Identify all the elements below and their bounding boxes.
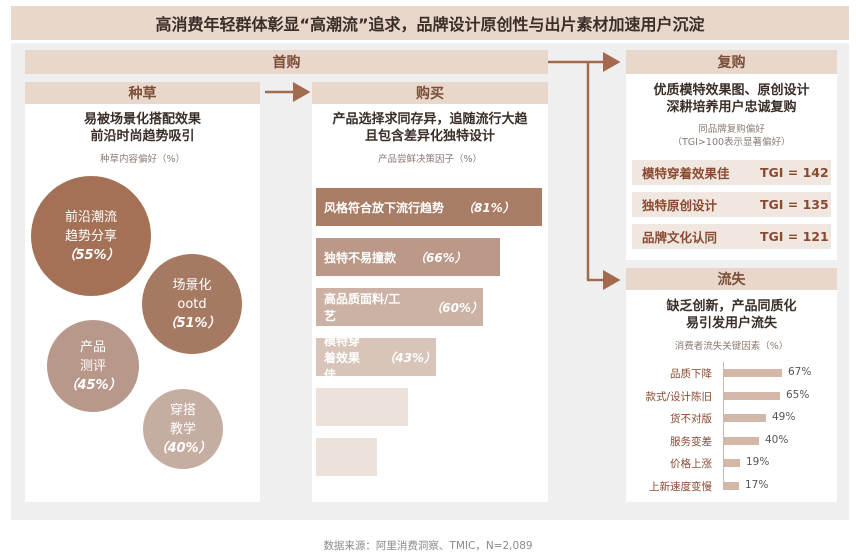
tgi-row: 独特原创设计 TGI = 135 (632, 192, 831, 217)
churn-bar (724, 481, 739, 490)
purchase-title-line2: 且包含差异化独特设计 (364, 129, 495, 144)
purchase-bar-pct: （66%） (414, 250, 467, 265)
bubble-label: 趋势分享 (64, 228, 117, 244)
bubble-label: 产品 (79, 339, 106, 355)
data-source-footer: 数据来源：阿里消费洞察、TMIC，N=2,089 (323, 540, 533, 552)
repurchase-subtitle-line1: 同品牌复购偏好 (698, 124, 765, 135)
tgi-value: TGI = 135 (760, 197, 829, 212)
bubble-pct: （45%） (64, 377, 122, 393)
bubble-label: 穿搭 (169, 402, 196, 418)
purchase-title-line1: 产品选择求同存异，追随流行大趋 (332, 112, 528, 127)
churn-subtitle: 消费者流失关键因素（%） (674, 341, 789, 352)
bubble-pct: （40%） (154, 440, 212, 456)
churn-factor-label: 货不对版 (670, 413, 712, 425)
churn-header: 流失 (626, 268, 837, 290)
churn-factor-label: 服务变差 (670, 435, 712, 448)
bubble-scene-ootd: 场景化 ootd （51%） (142, 254, 242, 354)
churn-bar (724, 391, 780, 400)
first-purchase-header: 首购 (25, 50, 548, 74)
tgi-label: 独特原创设计 (642, 198, 718, 213)
purchase-bar-label: 风格符合放下流行趋势 (324, 200, 445, 215)
seeding-subtitle: 种草内容偏好（%） (99, 154, 186, 165)
purchase-panel: 产品选择求同存异，追随流行大趋 且包含差异化独特设计 产品尝鲜决策因子（%） 风… (312, 104, 548, 502)
churn-axis (723, 362, 724, 490)
purchase-bar (316, 388, 408, 426)
purchase-bar (316, 438, 377, 476)
bubble-pct: （55%） (62, 247, 120, 263)
bubble-outfit-tutorial: 穿搭 教学 （40%） (143, 389, 223, 469)
repurchase-subtitle-line2: （TGI>100表示显著偏好） (672, 137, 791, 148)
purchase-bar: 模特穿着效果佳 （43%） (316, 334, 436, 382)
churn-bar-chart: 品质下降 67% 款式/设计陈旧 65% 货不对版 49% 服务变差 40% 价格上涨 19% 上新… (626, 362, 837, 498)
tgi-label: 品牌文化认同 (642, 230, 718, 245)
repurchase-panel: 优质模特效果图、原创设计 深耕培养用户忠诚复购 同品牌复购偏好 （TGI>100… (626, 74, 837, 260)
tgi-row: 品牌文化认同 TGI = 121 (632, 224, 831, 249)
seeding-header: 种草 (25, 82, 260, 104)
bubble-label: 场景化 (172, 277, 212, 293)
purchase-bar-label: 高品质面料/工艺 (324, 292, 401, 323)
tgi-value: TGI = 142 (760, 165, 829, 180)
repurchase-title-line2: 深耕培养用户忠诚复购 (666, 100, 797, 115)
bubble-label: 前沿潮流 (64, 209, 117, 225)
churn-bar (724, 369, 782, 377)
purchase-header: 购买 (312, 82, 548, 104)
seeding-panel: 易被场景化搭配效果 前沿时尚趋势吸引 种草内容偏好（%） 前沿潮流 趋势分享 （… (25, 104, 260, 502)
churn-bar (724, 459, 740, 467)
purchase-bar-label: 模特穿着效果佳 (324, 333, 361, 382)
tgi-value: TGI = 121 (760, 229, 829, 244)
tgi-label: 模特穿着效果佳 (642, 166, 730, 181)
purchase-bar-pct: （81%） (462, 200, 515, 215)
bubble-label: 测评 (79, 358, 106, 374)
purchase-bar-pct: （43%） (383, 350, 436, 365)
churn-value: 67% (788, 366, 812, 378)
churn-factor-label: 款式/设计陈旧 (645, 390, 712, 403)
churn-bar (724, 414, 766, 422)
churn-title-line2: 易引发用户流失 (685, 316, 777, 331)
churn-value: 40% (765, 433, 789, 446)
purchase-bar: 独特不易撞款 （66%） (316, 238, 500, 276)
purchase-bar-label: 独特不易撞款 (324, 250, 397, 265)
bubble-trend-sharing: 前沿潮流 趋势分享 （55%） (31, 176, 151, 296)
seeding-title-line2: 前沿时尚趋势吸引 (90, 129, 195, 144)
purchase-bar: 风格符合放下流行趋势 （81%） (316, 188, 542, 226)
churn-panel: 缺乏创新，产品同质化 易引发用户流失 消费者流失关键因素（%） 品质下降 67% 款… (626, 290, 837, 502)
churn-title-line1: 缺乏创新，产品同质化 (666, 299, 797, 314)
page-title: 高消费年轻群体彰显“高潮流”追求，品牌设计原创性与出片素材加速用户沉淀 (11, 6, 849, 40)
purchase-subtitle: 产品尝鲜决策因子（%） (377, 154, 483, 165)
repurchase-title-line1: 优质模特效果图、原创设计 (653, 83, 810, 98)
churn-value: 19% (746, 456, 770, 468)
bubble-label: ootd (177, 296, 207, 312)
purchase-bar: 高品质面料/工艺 （60%） (316, 288, 483, 326)
seeding-title-line1: 易被场景化搭配效果 (83, 112, 201, 127)
bubble-label: 教学 (169, 421, 196, 437)
churn-factor-label: 价格上涨 (670, 458, 712, 470)
tgi-row: 模特穿着效果佳 TGI = 142 (632, 160, 831, 185)
churn-bar (724, 436, 759, 445)
bubble-pct: （51%） (163, 315, 221, 331)
repurchase-header: 复购 (626, 50, 837, 74)
churn-value: 65% (786, 388, 810, 401)
churn-value: 17% (745, 478, 769, 491)
purchase-bar-pct: （60%） (430, 300, 483, 315)
bubble-product-review: 产品 测评 （45%） (47, 320, 139, 412)
churn-factor-label: 上新速度变慢 (649, 480, 712, 493)
churn-factor-label: 品质下降 (670, 368, 712, 380)
churn-value: 49% (772, 411, 796, 423)
